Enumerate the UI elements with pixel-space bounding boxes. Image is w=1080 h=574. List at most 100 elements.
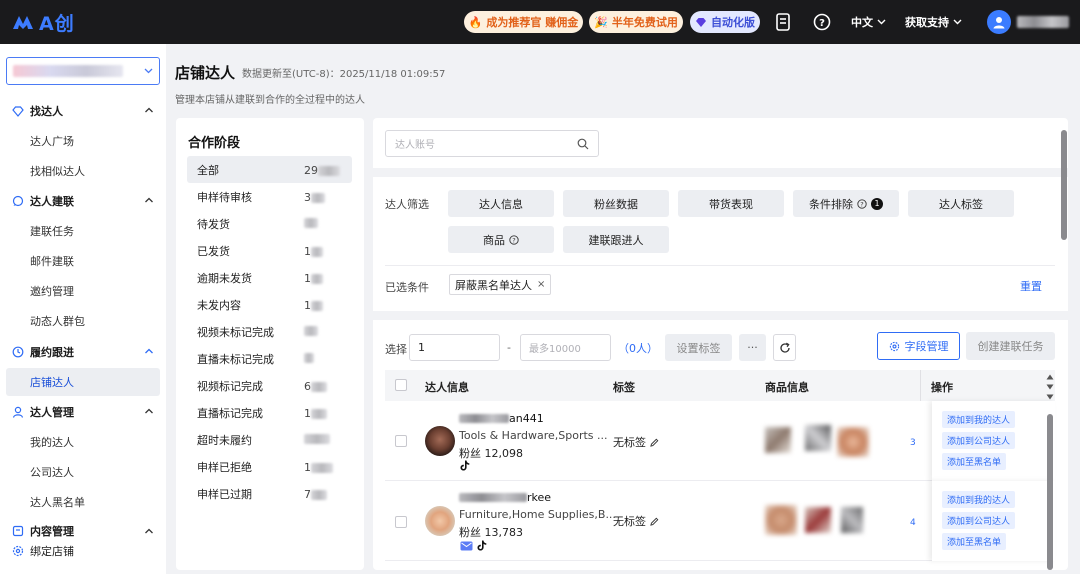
filter-sales-performance-button[interactable]: 带货表现: [678, 190, 784, 217]
row-checkbox[interactable]: [395, 435, 407, 447]
sidebar-item-similar-creators[interactable]: 找相似达人: [6, 157, 160, 185]
stage-item[interactable]: 视频未标记完成: [187, 318, 352, 345]
row-checkbox[interactable]: [395, 516, 407, 528]
stage-item[interactable]: 逾期未发货 1: [187, 264, 352, 291]
scroll-up-icon[interactable]: [1046, 374, 1054, 380]
creator-avatar[interactable]: [425, 506, 455, 536]
set-tag-button[interactable]: 设置标签: [665, 334, 732, 361]
stage-item-label: 直播未标记完成: [197, 352, 274, 366]
nav-group-outreach[interactable]: 达人建联: [0, 187, 166, 215]
creator-name[interactable]: rkee: [459, 491, 551, 504]
filter-creator-info-button[interactable]: 达人信息: [448, 190, 554, 217]
filter-creator-tags-button[interactable]: 达人标签: [908, 190, 1014, 217]
email-icon[interactable]: [460, 541, 473, 551]
sidebar-item-company-creators[interactable]: 公司达人: [6, 458, 160, 486]
stage-count-value: 1: [304, 407, 311, 420]
nav-group-content-management[interactable]: 内容管理: [0, 521, 166, 541]
add-to-company-creators-button[interactable]: 添加到公司达人: [942, 432, 1016, 449]
filter-product-button[interactable]: 商品 ?: [448, 226, 554, 253]
creator-tag: 无标签: [613, 434, 659, 450]
edit-icon[interactable]: [650, 517, 659, 526]
stage-item[interactable]: 已发货 1: [187, 237, 352, 264]
field-management-button[interactable]: 字段管理: [877, 332, 960, 360]
stage-item[interactable]: 申样已拒绝 1: [187, 453, 352, 480]
document-icon[interactable]: [773, 12, 793, 32]
stage-item[interactable]: 超时未履约: [187, 426, 352, 453]
add-to-blacklist-button[interactable]: 添加至黑名单: [942, 533, 1007, 550]
tag-label: 无标签: [613, 515, 646, 528]
language-selector[interactable]: 中文: [851, 14, 886, 30]
product-thumbnail[interactable]: [805, 425, 831, 451]
selected-condition-chip[interactable]: 屏蔽黑名单达人 ×: [449, 274, 552, 295]
stage-item[interactable]: 申样已过期 7: [187, 480, 352, 507]
tiktok-icon[interactable]: [477, 540, 487, 551]
store-selector[interactable]: [6, 57, 160, 85]
filter-outreach-owner-button[interactable]: 建联跟进人: [563, 226, 669, 253]
edit-icon[interactable]: [650, 438, 659, 447]
scroll-down-icon[interactable]: [1046, 394, 1054, 400]
add-to-blacklist-button[interactable]: 添加至黑名单: [942, 453, 1007, 470]
more-products-link[interactable]: 4: [910, 518, 916, 528]
column-header-actions: 操作: [931, 381, 953, 394]
filter-fans-data-button[interactable]: 粉丝数据: [563, 190, 669, 217]
help-icon[interactable]: ?: [812, 12, 832, 32]
nav-group-creator-management[interactable]: 达人管理: [0, 398, 166, 426]
brand-logo[interactable]: A创: [12, 9, 75, 36]
range-to-input[interactable]: 最多10000: [520, 334, 611, 361]
more-products-link[interactable]: 3: [910, 438, 916, 448]
stage-item[interactable]: 待发货: [187, 210, 352, 237]
scroll-down-icon[interactable]: [1046, 384, 1054, 390]
sidebar-item-dynamic-audience[interactable]: 动态人群包: [6, 307, 160, 335]
sidebar-item-store-creators[interactable]: 店铺达人: [6, 368, 160, 396]
range-from-input[interactable]: 1: [409, 334, 500, 361]
filter-divider: [385, 265, 1055, 266]
bind-store-link[interactable]: 绑定店铺: [0, 539, 166, 563]
more-actions-button[interactable]: ···: [739, 334, 766, 361]
refresh-button[interactable]: [773, 334, 796, 361]
user-avatar[interactable]: [987, 10, 1011, 34]
add-to-my-creators-button[interactable]: 添加到我的达人: [942, 491, 1016, 508]
table-scrollbar[interactable]: [1044, 370, 1056, 570]
stage-count-redacted: [304, 434, 330, 444]
product-thumbnail[interactable]: [765, 505, 797, 535]
sidebar-item-email-outreach[interactable]: 邮件建联: [6, 247, 160, 275]
sidebar-item-invitations[interactable]: 邀约管理: [6, 277, 160, 305]
stage-item[interactable]: 直播未标记完成: [187, 345, 352, 372]
table-scrollbar-thumb[interactable]: [1047, 414, 1053, 570]
add-to-company-creators-button[interactable]: 添加到公司达人: [942, 512, 1016, 529]
creator-search-input[interactable]: 达人账号: [385, 130, 599, 157]
sidebar-item-creator-square[interactable]: 达人广场: [6, 127, 160, 155]
stage-item[interactable]: 视频标记完成 6: [187, 372, 352, 399]
create-outreach-task-button[interactable]: 创建建联任务: [966, 332, 1055, 360]
creator-name[interactable]: an441: [459, 412, 544, 425]
product-thumbnail[interactable]: [837, 427, 869, 457]
filter-button-label: 商品: [483, 233, 505, 247]
panel-scrollbar-thumb[interactable]: [1061, 130, 1067, 240]
filter-exclusion-button[interactable]: 条件排除 ? 1: [793, 190, 899, 217]
support-menu[interactable]: 获取支持: [905, 14, 962, 30]
stage-item[interactable]: 申样待审核 3: [187, 183, 352, 210]
stage-item[interactable]: 全部 29: [187, 156, 352, 183]
creator-avatar[interactable]: [425, 426, 455, 456]
automation-button[interactable]: 自动化版: [690, 11, 760, 33]
sidebar-item-outreach-tasks[interactable]: 建联任务: [6, 217, 160, 245]
sidebar-item-my-creators[interactable]: 我的达人: [6, 428, 160, 456]
select-all-checkbox[interactable]: [395, 379, 407, 391]
sidebar-item-creator-blacklist[interactable]: 达人黑名单: [6, 488, 160, 516]
product-thumbnail[interactable]: [805, 507, 831, 533]
referral-promo-button[interactable]: 🔥 成为推荐官 赚佣金: [464, 11, 583, 33]
stage-item[interactable]: 直播标记完成 1: [187, 399, 352, 426]
nav-group-fulfillment[interactable]: 履约跟进: [0, 338, 166, 366]
add-to-my-creators-button[interactable]: 添加到我的达人: [942, 411, 1016, 428]
free-trial-button[interactable]: 🎉 半年免费试用: [589, 11, 683, 33]
creator-categories: Tools & Hardware,Sports ...: [459, 429, 608, 442]
reset-button[interactable]: 重置: [1020, 278, 1042, 294]
chevron-up-icon: [145, 107, 153, 113]
product-thumbnail[interactable]: [765, 427, 791, 453]
stage-count-redacted: [311, 489, 327, 500]
nav-group-find-creators[interactable]: 找达人: [0, 97, 166, 125]
stage-item[interactable]: 未发内容 1: [187, 291, 352, 318]
product-thumbnail[interactable]: [841, 507, 863, 533]
close-icon[interactable]: ×: [537, 279, 545, 290]
tiktok-icon[interactable]: [460, 460, 470, 471]
